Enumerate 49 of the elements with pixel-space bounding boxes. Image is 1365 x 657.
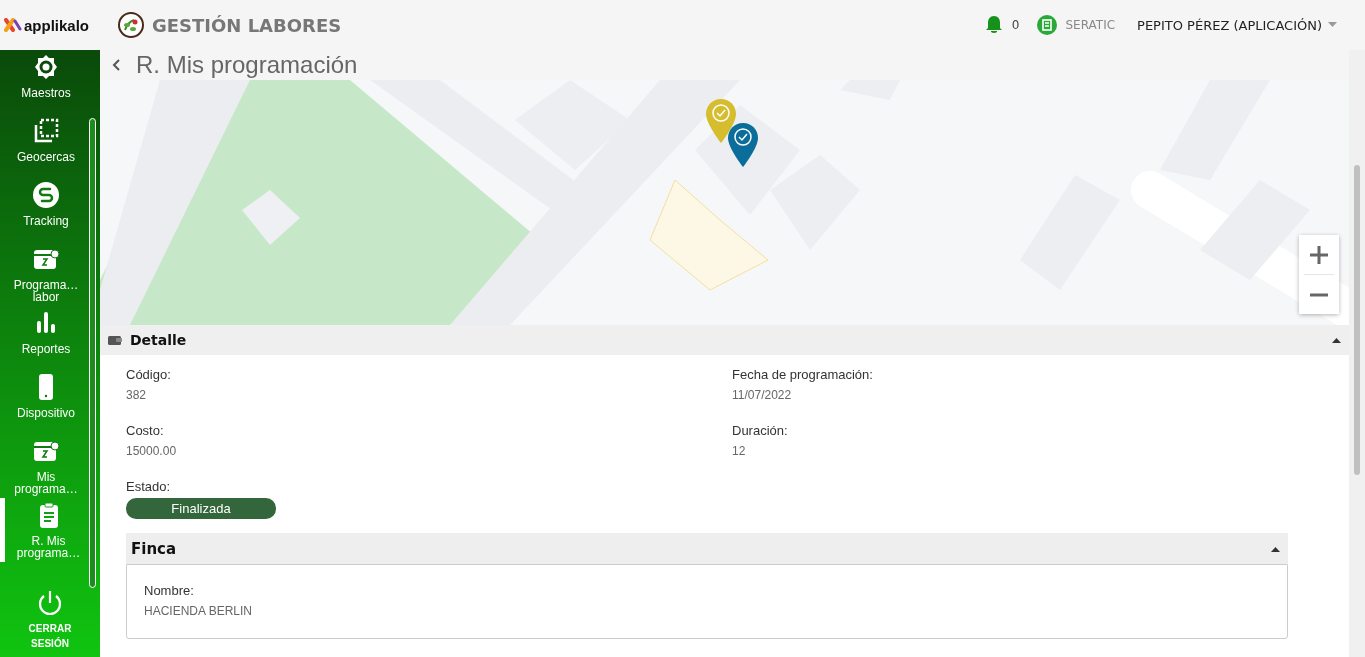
- field-value: 12: [732, 444, 746, 458]
- wallet-icon: [108, 334, 122, 346]
- collapse-icon[interactable]: [1332, 337, 1341, 343]
- company-name: SERATIC: [1065, 18, 1116, 32]
- brand-name: applikalo: [24, 16, 90, 34]
- nav-item[interactable]: Dispositivo: [0, 370, 92, 434]
- zoom-in-button[interactable]: [1299, 235, 1339, 274]
- field-label: Costo:: [126, 423, 164, 438]
- building-icon[interactable]: [1037, 15, 1058, 35]
- map-pin-icon[interactable]: [727, 122, 759, 168]
- notification-count: 0: [1011, 18, 1020, 32]
- section-title: Finca: [131, 539, 177, 558]
- gear-icon: [32, 53, 60, 81]
- nav-item[interactable]: Maestros: [0, 50, 92, 114]
- dashed-square-icon: [32, 117, 60, 145]
- field-value: 11/07/2022: [732, 388, 792, 402]
- scrollbar[interactable]: [89, 118, 96, 588]
- status-badge: Finalizada: [126, 498, 276, 519]
- caret-icon: [1328, 22, 1337, 28]
- page-title: R. Mis programación: [136, 51, 358, 79]
- zoom-out-button[interactable]: [1299, 275, 1339, 314]
- field-label: Fecha de programación:: [732, 367, 873, 382]
- field-label: Código:: [126, 367, 171, 382]
- nav-item[interactable]: Reportes: [0, 306, 92, 370]
- field-value: HACIENDA BERLIN: [144, 604, 253, 618]
- app-title: GESTIÓN LABORES: [152, 14, 342, 36]
- field-label: Estado:: [126, 479, 171, 494]
- plus-icon: [1309, 244, 1329, 265]
- logo-icon: [4, 18, 22, 32]
- nav-item[interactable]: Geocercas: [0, 114, 92, 178]
- field-label: Duración:: [732, 423, 788, 438]
- scrollbar[interactable]: [1349, 50, 1365, 657]
- field-value: 15000.00: [126, 444, 177, 458]
- field-label: Nombre:: [144, 583, 194, 598]
- back-icon[interactable]: [112, 58, 122, 72]
- user-menu[interactable]: PEPITO PÉREZ (APLICACIÓN): [1137, 17, 1337, 33]
- field-value: 382: [126, 388, 147, 402]
- nav-item[interactable]: Tracking: [0, 178, 92, 242]
- section-title: Detalle: [130, 332, 187, 348]
- collapse-icon[interactable]: [1271, 545, 1280, 552]
- route-icon: [32, 181, 60, 209]
- section-header[interactable]: Finca: [126, 533, 1288, 564]
- nav-item[interactable]: Mis programa…: [0, 434, 92, 498]
- nav-item[interactable]: Programa… labor: [0, 242, 92, 306]
- power-icon: [36, 589, 64, 617]
- coffee-plant-logo-icon: [118, 12, 144, 38]
- minus-icon: [1309, 292, 1329, 297]
- map-pin-icon[interactable]: [705, 98, 737, 144]
- section-header[interactable]: Detalle: [100, 325, 1349, 355]
